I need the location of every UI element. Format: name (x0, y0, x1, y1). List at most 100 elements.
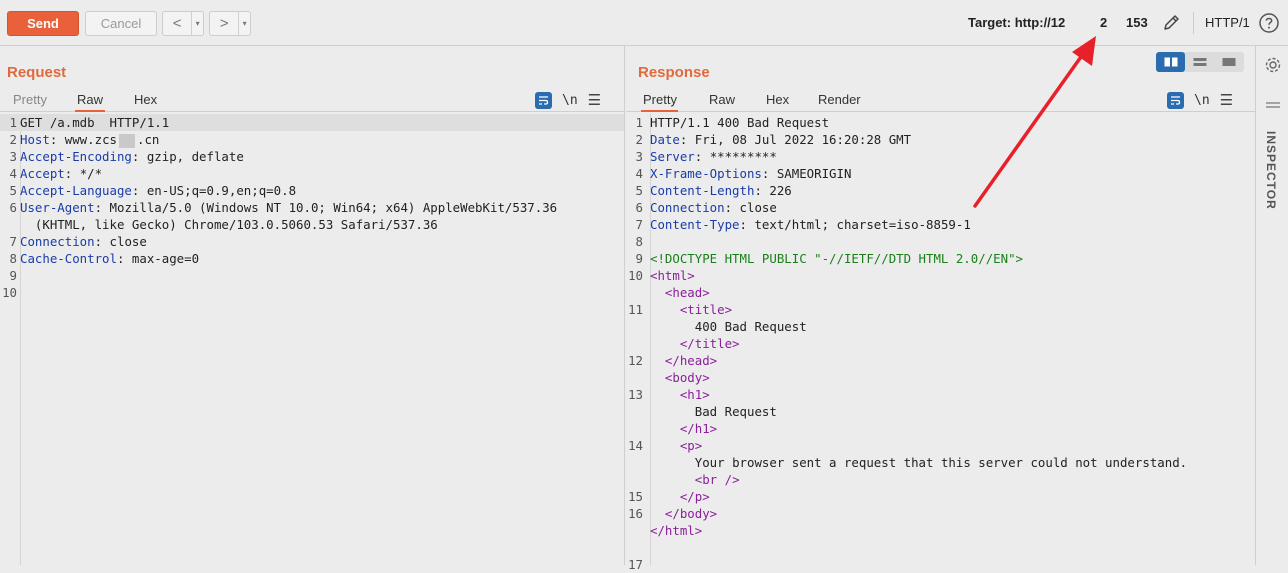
line-number (626, 318, 646, 335)
protocol-selector[interactable]: HTTP/1 (1205, 15, 1250, 30)
html-tag: </html> (650, 523, 703, 538)
menu-icon[interactable]: ☰ (1220, 91, 1233, 109)
html-tag: <br /> (694, 472, 740, 487)
response-editor[interactable]: 1 HTTP/1.1 400 Bad Request 2 Date: Fri, 08 … (626, 114, 1255, 573)
html-tag: <html> (650, 268, 695, 283)
redaction-mask (118, 133, 135, 148)
inspector-label[interactable]: INSPECTOR (1264, 131, 1278, 210)
line-content: Accept: */* (20, 166, 103, 181)
html-text: Bad Request (694, 404, 777, 419)
newline-toggle[interactable]: \n (562, 93, 578, 108)
layout-stacked-icon[interactable] (1185, 52, 1214, 72)
inspector-lines-icon[interactable] (1266, 101, 1280, 111)
header-name: Content-Length (650, 183, 755, 198)
code-line: 4 Accept: */* (0, 165, 624, 182)
code-line: <head> (626, 284, 1255, 301)
line-number (626, 420, 646, 437)
pencil-icon[interactable] (1160, 12, 1182, 34)
line-number (626, 403, 646, 420)
forward-nav[interactable]: > ▾ (209, 11, 251, 36)
header-value: en-US;q=0.9,en;q=0.8 (146, 183, 297, 198)
layout-selector[interactable] (1156, 52, 1244, 72)
header-name: Server (650, 149, 695, 164)
code-line: 2 Date: Fri, 08 Jul 2022 16:20:28 GMT (626, 131, 1255, 148)
line-number (626, 471, 646, 488)
code-line: 1 GET /a.mdb HTTP/1.1 (0, 114, 624, 131)
line-number: 11 (628, 302, 643, 317)
header-name: Accept-Encoding (20, 149, 132, 164)
header-name: Date (650, 132, 680, 147)
back-nav[interactable]: < ▾ (162, 11, 204, 36)
response-tabs: Pretty Raw Hex Render (626, 90, 1255, 112)
header-value: */* (79, 166, 103, 181)
line-content: </title> (646, 335, 740, 352)
line-number: 5 (635, 183, 643, 198)
forward-button[interactable]: > (210, 12, 238, 35)
tab-render[interactable]: Render (816, 92, 863, 112)
line-number: 4 (635, 166, 643, 181)
line-number: 10 (2, 285, 17, 300)
line-content: Accept-Language: en-US;q=0.9,en;q=0.8 (20, 183, 297, 198)
header-value: max-age=0 (131, 251, 200, 266)
layout-side-by-side-icon[interactable] (1156, 52, 1186, 72)
header-name: Cache-Control (20, 251, 117, 266)
wrap-lines-icon[interactable] (1167, 91, 1184, 109)
line-content: <h1> (646, 386, 710, 403)
response-title: Response (638, 64, 710, 81)
header-value: text/html; charset=iso-8859-1 (754, 217, 971, 232)
forward-dropdown-icon[interactable]: ▾ (238, 12, 250, 35)
target-label[interactable]: Target: http://12 (968, 15, 1065, 30)
code-line: 3 Server: ********* (626, 148, 1255, 165)
request-panel: Request Pretty Raw Hex \n ☰ 1 GET /a.mdb … (0, 46, 625, 565)
gear-icon[interactable] (1264, 56, 1282, 74)
tab-pretty[interactable]: Pretty (641, 92, 678, 112)
line-number: 1 (9, 115, 17, 130)
code-line: 16 </body> (626, 505, 1255, 522)
line-content: User-Agent: Mozilla/5.0 (Windows NT 10.0… (20, 200, 558, 215)
line-content: <!DOCTYPE HTML PUBLIC "-//IETF//DTD HTML… (646, 250, 1023, 267)
line-number: 4 (9, 166, 17, 181)
html-tag: </h1> (679, 421, 718, 436)
line-number: 2 (9, 132, 17, 147)
code-line: Bad Request (626, 403, 1255, 420)
html-text: 400 Bad Request (694, 319, 807, 334)
header-value: Mozilla/5.0 (Windows NT 10.0; Win64; x64… (109, 200, 558, 215)
line-content: Cache-Control: max-age=0 (20, 251, 200, 266)
tab-raw[interactable]: Raw (707, 92, 737, 112)
wrap-lines-icon[interactable] (535, 91, 552, 109)
line-content: X-Frame-Options: SAMEORIGIN (650, 166, 852, 181)
cancel-button[interactable]: Cancel (85, 11, 157, 36)
toolbar: Send Cancel < ▾ > ▾ Target: http://12 2 … (0, 0, 1288, 46)
line-content: </html> (646, 522, 702, 539)
tab-hex[interactable]: Hex (764, 92, 791, 112)
line-number: 5 (9, 183, 17, 198)
tab-hex[interactable]: Hex (132, 92, 159, 112)
line-content: <body> (646, 369, 710, 386)
send-button[interactable]: Send (7, 11, 79, 36)
menu-icon[interactable]: ☰ (588, 91, 601, 109)
code-line: 6 User-Agent: Mozilla/5.0 (Windows NT 10.… (0, 199, 624, 216)
html-text: <!DOCTYPE HTML PUBLIC "-//IETF//DTD HTML… (650, 251, 1023, 266)
line-number: 3 (9, 149, 17, 164)
tab-pretty[interactable]: Pretty (11, 92, 49, 112)
line-content (646, 233, 650, 250)
header-name: Accept (20, 166, 65, 181)
line-number: 14 (628, 438, 643, 453)
tab-raw[interactable]: Raw (75, 92, 105, 112)
back-dropdown-icon[interactable]: ▾ (191, 12, 203, 35)
code-line: 12 </head> (626, 352, 1255, 369)
header-name: Content-Type (650, 217, 740, 232)
back-button[interactable]: < (163, 12, 191, 35)
layout-single-icon[interactable] (1215, 52, 1244, 72)
code-line: Your browser sent a request that this se… (626, 454, 1255, 471)
header-value: HTTP/1.1 400 Bad Request (650, 115, 830, 130)
newline-toggle[interactable]: \n (1194, 93, 1210, 108)
line-content (646, 539, 650, 556)
line-content: </h1> (646, 420, 717, 437)
request-editor[interactable]: 1 GET /a.mdb HTTP/1.1 2 Host: www.zcs .cn 3 Ac… (0, 114, 624, 301)
question-circle-icon[interactable] (1258, 12, 1280, 34)
